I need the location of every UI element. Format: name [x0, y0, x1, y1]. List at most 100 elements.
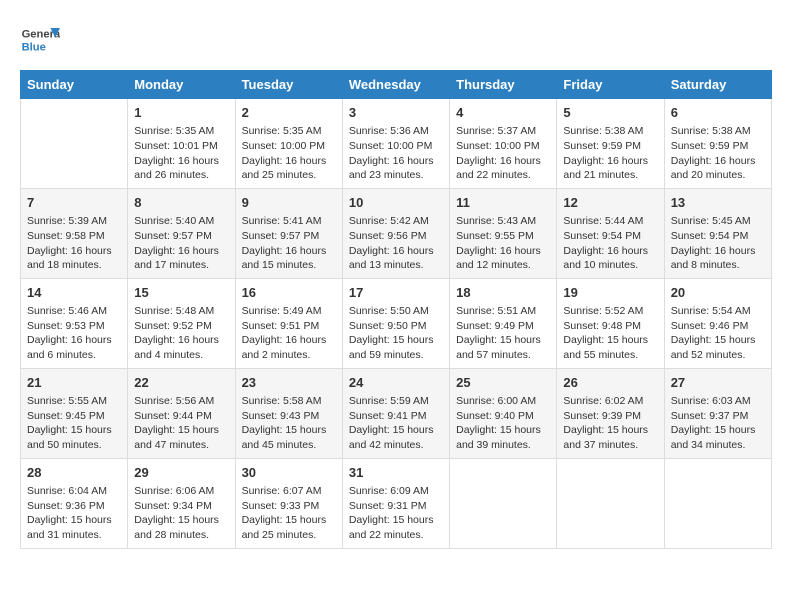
cell-content: Sunrise: 5:40 AM Sunset: 9:57 PM Dayligh…	[134, 214, 228, 273]
day-number: 20	[671, 284, 765, 302]
calendar-cell: 19 Sunrise: 5:52 AM Sunset: 9:48 PM Dayli…	[557, 278, 664, 368]
calendar-cell: 12 Sunrise: 5:44 AM Sunset: 9:54 PM Dayli…	[557, 188, 664, 278]
calendar-cell: 13 Sunrise: 5:45 AM Sunset: 9:54 PM Dayli…	[664, 188, 771, 278]
cell-content: Sunrise: 6:04 AM Sunset: 9:36 PM Dayligh…	[27, 484, 121, 543]
cell-content: Sunrise: 5:35 AM Sunset: 10:00 PM Daylig…	[242, 124, 336, 183]
day-number: 17	[349, 284, 443, 302]
day-number: 19	[563, 284, 657, 302]
calendar-cell: 15 Sunrise: 5:48 AM Sunset: 9:52 PM Dayli…	[128, 278, 235, 368]
cell-content: Sunrise: 5:54 AM Sunset: 9:46 PM Dayligh…	[671, 304, 765, 363]
cell-content: Sunrise: 5:50 AM Sunset: 9:50 PM Dayligh…	[349, 304, 443, 363]
calendar-cell	[450, 458, 557, 548]
svg-text:Blue: Blue	[22, 41, 46, 53]
calendar-cell: 27 Sunrise: 6:03 AM Sunset: 9:37 PM Dayli…	[664, 368, 771, 458]
day-number: 6	[671, 104, 765, 122]
cell-content: Sunrise: 5:51 AM Sunset: 9:49 PM Dayligh…	[456, 304, 550, 363]
calendar-cell: 3 Sunrise: 5:36 AM Sunset: 10:00 PM Dayli…	[342, 99, 449, 189]
weekday-header-thursday: Thursday	[450, 71, 557, 99]
cell-content: Sunrise: 5:44 AM Sunset: 9:54 PM Dayligh…	[563, 214, 657, 273]
calendar-cell	[664, 458, 771, 548]
weekday-header-saturday: Saturday	[664, 71, 771, 99]
day-number: 26	[563, 374, 657, 392]
calendar-cell: 6Sunrise: 5:38 AM Sunset: 9:59 PM Daylig…	[664, 99, 771, 189]
day-number: 23	[242, 374, 336, 392]
day-number: 5	[563, 104, 657, 122]
calendar-table: SundayMondayTuesdayWednesdayThursdayFrid…	[20, 70, 772, 549]
day-number: 28	[27, 464, 121, 482]
day-number: 12	[563, 194, 657, 212]
week-row-2: 7Sunrise: 5:39 AM Sunset: 9:58 PM Daylig…	[21, 188, 772, 278]
week-row-5: 28 Sunrise: 6:04 AM Sunset: 9:36 PM Dayli…	[21, 458, 772, 548]
weekday-header-tuesday: Tuesday	[235, 71, 342, 99]
cell-content: Sunrise: 6:00 AM Sunset: 9:40 PM Dayligh…	[456, 394, 550, 453]
cell-content: Sunrise: 6:06 AM Sunset: 9:34 PM Dayligh…	[134, 484, 228, 543]
weekday-header-friday: Friday	[557, 71, 664, 99]
day-number: 16	[242, 284, 336, 302]
calendar-cell: 31Sunrise: 6:09 AM Sunset: 9:31 PM Dayli…	[342, 458, 449, 548]
calendar-cell: 21 Sunrise: 5:55 AM Sunset: 9:45 PM Dayli…	[21, 368, 128, 458]
weekday-header-row: SundayMondayTuesdayWednesdayThursdayFrid…	[21, 71, 772, 99]
calendar-cell: 26 Sunrise: 6:02 AM Sunset: 9:39 PM Dayli…	[557, 368, 664, 458]
calendar-cell: 18 Sunrise: 5:51 AM Sunset: 9:49 PM Dayli…	[450, 278, 557, 368]
day-number: 18	[456, 284, 550, 302]
calendar-cell: 20 Sunrise: 5:54 AM Sunset: 9:46 PM Dayli…	[664, 278, 771, 368]
calendar-cell: 23 Sunrise: 5:58 AM Sunset: 9:43 PM Dayli…	[235, 368, 342, 458]
day-number: 25	[456, 374, 550, 392]
day-number: 1	[134, 104, 228, 122]
cell-content: Sunrise: 5:42 AM Sunset: 9:56 PM Dayligh…	[349, 214, 443, 273]
weekday-header-wednesday: Wednesday	[342, 71, 449, 99]
calendar-cell: 8Sunrise: 5:40 AM Sunset: 9:57 PM Daylig…	[128, 188, 235, 278]
cell-content: Sunrise: 5:37 AM Sunset: 10:00 PM Daylig…	[456, 124, 550, 183]
cell-content: Sunrise: 5:46 AM Sunset: 9:53 PM Dayligh…	[27, 304, 121, 363]
calendar-cell: 29 Sunrise: 6:06 AM Sunset: 9:34 PM Dayli…	[128, 458, 235, 548]
day-number: 13	[671, 194, 765, 212]
calendar-cell: 2 Sunrise: 5:35 AM Sunset: 10:00 PM Dayli…	[235, 99, 342, 189]
calendar-cell: 16 Sunrise: 5:49 AM Sunset: 9:51 PM Dayli…	[235, 278, 342, 368]
calendar-cell: 22Sunrise: 5:56 AM Sunset: 9:44 PM Dayli…	[128, 368, 235, 458]
header: General Blue	[20, 20, 772, 60]
day-number: 4	[456, 104, 550, 122]
day-number: 9	[242, 194, 336, 212]
cell-content: Sunrise: 5:39 AM Sunset: 9:58 PM Dayligh…	[27, 214, 121, 273]
day-number: 15	[134, 284, 228, 302]
calendar-cell	[557, 458, 664, 548]
calendar-cell: 24Sunrise: 5:59 AM Sunset: 9:41 PM Dayli…	[342, 368, 449, 458]
cell-content: Sunrise: 5:48 AM Sunset: 9:52 PM Dayligh…	[134, 304, 228, 363]
cell-content: Sunrise: 5:45 AM Sunset: 9:54 PM Dayligh…	[671, 214, 765, 273]
day-number: 11	[456, 194, 550, 212]
calendar-cell: 25 Sunrise: 6:00 AM Sunset: 9:40 PM Dayli…	[450, 368, 557, 458]
day-number: 14	[27, 284, 121, 302]
calendar-cell: 28 Sunrise: 6:04 AM Sunset: 9:36 PM Dayli…	[21, 458, 128, 548]
cell-content: Sunrise: 5:52 AM Sunset: 9:48 PM Dayligh…	[563, 304, 657, 363]
calendar-cell: 9 Sunrise: 5:41 AM Sunset: 9:57 PM Daylig…	[235, 188, 342, 278]
calendar-cell: 30 Sunrise: 6:07 AM Sunset: 9:33 PM Dayli…	[235, 458, 342, 548]
cell-content: Sunrise: 5:55 AM Sunset: 9:45 PM Dayligh…	[27, 394, 121, 453]
day-number: 21	[27, 374, 121, 392]
day-number: 31	[349, 464, 443, 482]
calendar-cell: 14 Sunrise: 5:46 AM Sunset: 9:53 PM Dayli…	[21, 278, 128, 368]
cell-content: Sunrise: 5:58 AM Sunset: 9:43 PM Dayligh…	[242, 394, 336, 453]
calendar-cell: 7Sunrise: 5:39 AM Sunset: 9:58 PM Daylig…	[21, 188, 128, 278]
week-row-3: 14 Sunrise: 5:46 AM Sunset: 9:53 PM Dayli…	[21, 278, 772, 368]
calendar-cell: 17 Sunrise: 5:50 AM Sunset: 9:50 PM Dayli…	[342, 278, 449, 368]
cell-content: Sunrise: 5:41 AM Sunset: 9:57 PM Dayligh…	[242, 214, 336, 273]
calendar-cell	[21, 99, 128, 189]
day-number: 30	[242, 464, 336, 482]
calendar-cell: 10Sunrise: 5:42 AM Sunset: 9:56 PM Dayli…	[342, 188, 449, 278]
logo: General Blue	[20, 20, 64, 60]
cell-content: Sunrise: 5:59 AM Sunset: 9:41 PM Dayligh…	[349, 394, 443, 453]
day-number: 2	[242, 104, 336, 122]
calendar-cell: 5 Sunrise: 5:38 AM Sunset: 9:59 PM Daylig…	[557, 99, 664, 189]
cell-content: Sunrise: 5:36 AM Sunset: 10:00 PM Daylig…	[349, 124, 443, 183]
weekday-header-sunday: Sunday	[21, 71, 128, 99]
cell-content: Sunrise: 5:35 AM Sunset: 10:01 PM Daylig…	[134, 124, 228, 183]
weekday-header-monday: Monday	[128, 71, 235, 99]
day-number: 3	[349, 104, 443, 122]
cell-content: Sunrise: 6:03 AM Sunset: 9:37 PM Dayligh…	[671, 394, 765, 453]
cell-content: Sunrise: 6:07 AM Sunset: 9:33 PM Dayligh…	[242, 484, 336, 543]
cell-content: Sunrise: 6:02 AM Sunset: 9:39 PM Dayligh…	[563, 394, 657, 453]
day-number: 29	[134, 464, 228, 482]
day-number: 27	[671, 374, 765, 392]
cell-content: Sunrise: 5:49 AM Sunset: 9:51 PM Dayligh…	[242, 304, 336, 363]
cell-content: Sunrise: 5:38 AM Sunset: 9:59 PM Dayligh…	[563, 124, 657, 183]
